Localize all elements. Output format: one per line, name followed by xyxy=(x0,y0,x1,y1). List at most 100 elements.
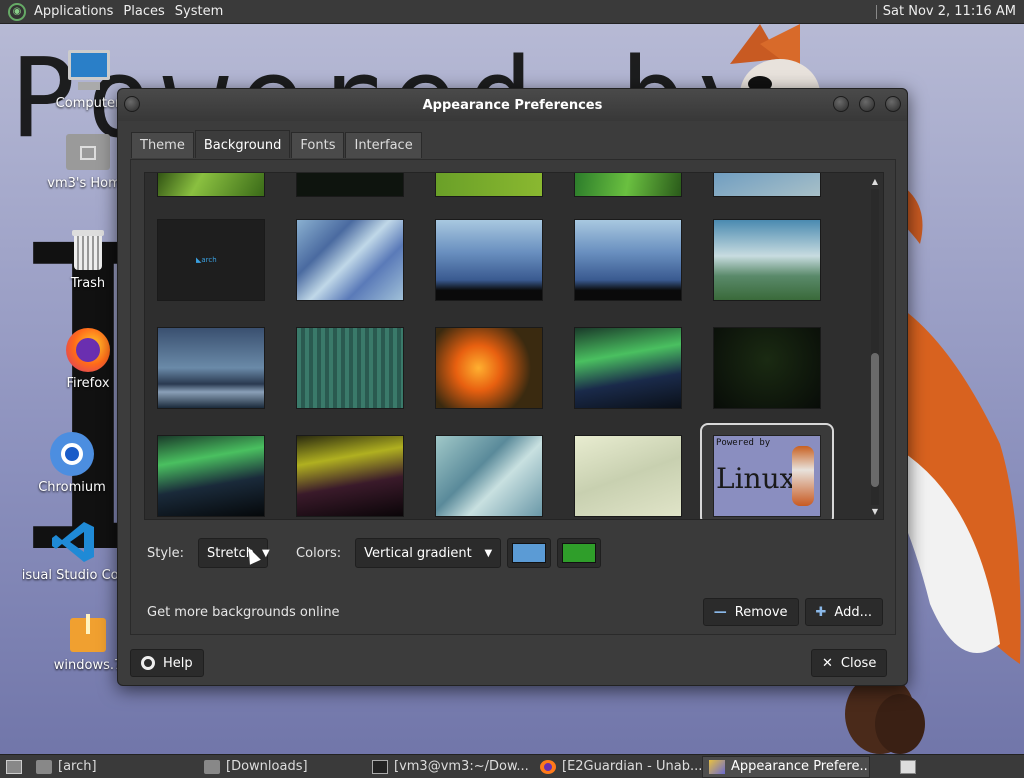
clock[interactable]: Sat Nov 2, 11:16 AM xyxy=(875,4,1024,19)
bottom-taskbar: [arch] [Downloads] [vm3@vm3:~/Dow... [E2… xyxy=(0,754,1024,778)
wallpaper-thumbnail[interactable] xyxy=(296,219,404,301)
tab-theme[interactable]: Theme xyxy=(131,132,194,158)
wallpaper-thumbnail[interactable] xyxy=(296,173,404,197)
taskbar-item-label: [arch] xyxy=(58,759,97,774)
menu-places[interactable]: Places xyxy=(121,4,172,19)
menu-applications[interactable]: Applications xyxy=(32,4,121,19)
primary-color-swatch xyxy=(512,543,547,563)
secondary-color-button[interactable] xyxy=(557,538,602,568)
primary-color-button[interactable] xyxy=(507,538,552,568)
wallpaper-thumbnail[interactable] xyxy=(574,435,682,517)
distro-logo-icon[interactable]: ◉ xyxy=(8,2,26,21)
wallpaper-scrollbar[interactable]: ▲ ▼ xyxy=(870,177,880,517)
taskbar-item[interactable]: [vm3@vm3:~/Dow... xyxy=(366,756,534,778)
preview-brand: Linux xyxy=(716,462,796,495)
scroll-up-icon[interactable]: ▲ xyxy=(870,177,880,187)
appearance-preferences-dialog: Appearance Preferences Theme Background … xyxy=(117,88,908,686)
wallpaper-thumbnail[interactable] xyxy=(157,435,265,517)
tab-interface[interactable]: Interface xyxy=(345,132,422,158)
taskbar-item[interactable]: [arch] xyxy=(30,756,198,778)
wallpaper-thumbnail[interactable] xyxy=(157,327,265,409)
minimize-button[interactable] xyxy=(833,96,849,112)
workspace-icon xyxy=(900,759,916,774)
tab-background[interactable]: Background xyxy=(194,130,291,158)
taskbar-item-label: Appearance Prefere... xyxy=(731,759,870,774)
dialog-titlebar[interactable]: Appearance Preferences xyxy=(118,89,907,121)
taskbar-item-label: [Downloads] xyxy=(226,759,308,774)
wallpaper-thumbnail[interactable] xyxy=(157,173,265,197)
maximize-button[interactable] xyxy=(859,96,875,112)
wallpaper-thumbnail[interactable] xyxy=(713,327,821,409)
desktop-icon-label: Firefox xyxy=(66,376,110,391)
trash-icon xyxy=(64,226,112,274)
desktop-icon-vscode[interactable]: Visual Studio Code xyxy=(22,518,126,583)
vscode-icon xyxy=(50,518,98,566)
close-icon: ✕ xyxy=(822,655,833,671)
wallpaper-thumbnail[interactable] xyxy=(296,435,404,517)
arch-logo-icon: ◣arch xyxy=(196,256,217,264)
help-button[interactable]: Help xyxy=(130,649,204,677)
wallpaper-thumbnail[interactable] xyxy=(435,327,543,409)
wallpaper-thumbnail[interactable]: ◣arch xyxy=(157,219,265,301)
firefox-icon xyxy=(64,326,112,374)
close-window-button[interactable] xyxy=(885,96,901,112)
wallpaper-thumbnail[interactable] xyxy=(435,219,543,301)
chevron-down-icon: ▼ xyxy=(261,547,270,559)
add-button[interactable]: ✚ Add... xyxy=(804,598,883,626)
desktop-icon-label: windows.7 xyxy=(53,658,123,673)
fox-mascot-image xyxy=(792,446,814,506)
chromium-icon xyxy=(48,430,96,478)
desktop-icon-chromium[interactable]: Chromium xyxy=(22,430,122,495)
add-label: Add... xyxy=(834,604,872,620)
wallpaper-thumbnail[interactable] xyxy=(574,327,682,409)
desktop-icon-label: Trash xyxy=(70,276,106,291)
menu-system[interactable]: System xyxy=(173,4,231,19)
desktop-icon-label: Computer xyxy=(55,96,121,111)
appearance-icon xyxy=(709,759,725,774)
wallpaper-thumbnail[interactable] xyxy=(435,173,543,197)
wallpaper-grid: ◣arch Powered by Linux ▲ ▼ xyxy=(144,172,884,520)
wallpaper-thumbnail[interactable] xyxy=(574,173,682,197)
colors-label: Colors: xyxy=(296,545,342,561)
style-options-row: Style: Stretch ▼ Colors: Vertical gradie… xyxy=(147,538,602,568)
dialog-title: Appearance Preferences xyxy=(422,97,603,113)
wallpaper-thumbnail[interactable] xyxy=(713,219,821,301)
desktop-icon-label: Chromium xyxy=(38,480,106,495)
workspace-switcher[interactable] xyxy=(894,756,922,778)
folder-icon xyxy=(204,759,220,774)
pane-footer: Get more backgrounds online — Remove ✚ A… xyxy=(147,598,883,626)
top-panel: ◉ Applications Places System Sat Nov 2, … xyxy=(0,0,1024,24)
powered-by-linux-preview: Powered by Linux xyxy=(713,435,821,517)
terminal-icon xyxy=(372,759,388,774)
wallpaper-thumbnail[interactable] xyxy=(574,219,682,301)
scroll-down-icon[interactable]: ▼ xyxy=(870,507,880,517)
colors-dropdown[interactable]: Vertical gradient ▼ xyxy=(355,538,502,568)
help-lifebuoy-icon xyxy=(141,656,155,670)
remove-button[interactable]: — Remove xyxy=(702,598,799,626)
firefox-icon xyxy=(540,759,556,774)
package-icon xyxy=(64,608,112,656)
window-menu-button[interactable] xyxy=(124,96,140,112)
wallpaper-thumbnail-selected[interactable]: Powered by Linux xyxy=(700,423,834,519)
wallpaper-thumbnail[interactable] xyxy=(713,173,821,197)
minus-icon: — xyxy=(713,604,727,620)
scroll-track[interactable] xyxy=(871,189,879,505)
taskbar-item[interactable]: [Downloads] xyxy=(198,756,366,778)
wallpaper-thumbnail[interactable] xyxy=(435,435,543,517)
plus-icon: ✚ xyxy=(815,604,827,620)
scroll-thumb[interactable] xyxy=(871,353,879,487)
folder-icon xyxy=(36,759,52,774)
preview-caption: Powered by xyxy=(716,438,771,448)
taskbar-item-active[interactable]: Appearance Prefere... xyxy=(702,755,870,778)
show-desktop-icon xyxy=(6,759,22,774)
style-label: Style: xyxy=(147,545,185,561)
tab-fonts[interactable]: Fonts xyxy=(291,132,345,158)
home-folder-icon xyxy=(64,126,112,174)
taskbar-item[interactable]: [E2Guardian - Unab... xyxy=(534,756,702,778)
colors-value: Vertical gradient xyxy=(364,545,472,561)
show-desktop-button[interactable] xyxy=(0,756,30,778)
taskbar-item-label: [vm3@vm3:~/Dow... xyxy=(394,759,529,774)
more-backgrounds-link[interactable]: Get more backgrounds online xyxy=(147,605,340,620)
close-button[interactable]: ✕ Close xyxy=(811,649,888,677)
wallpaper-thumbnail[interactable] xyxy=(296,327,404,409)
